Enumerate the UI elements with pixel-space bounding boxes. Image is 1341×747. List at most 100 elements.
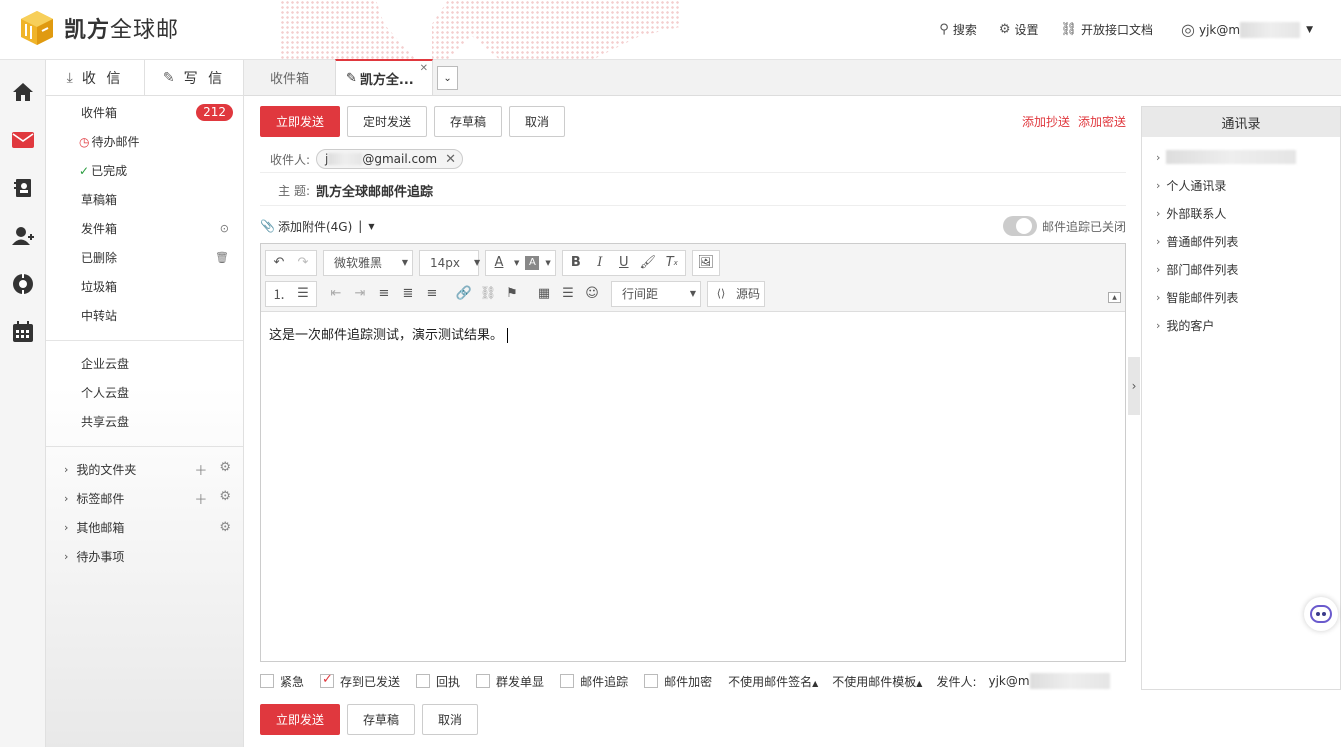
remove-recipient-icon[interactable]: ✕ [445, 152, 456, 167]
source-code-button[interactable]: ⟨⟩ 源码 [707, 280, 766, 307]
font-family-select[interactable]: 微软雅黑 ▼ [323, 249, 413, 276]
encrypt-checkbox[interactable]: 邮件加密 [644, 673, 712, 690]
editor-body[interactable]: 这是一次邮件追踪测试，演示测试结果。 [261, 312, 1125, 355]
calendar-icon[interactable] [0, 308, 46, 356]
contacts-book-icon[interactable] [0, 164, 46, 212]
cancel-button[interactable]: 取消 [509, 106, 566, 137]
save-draft-button[interactable]: 存草稿 [434, 106, 503, 137]
add-user-icon[interactable] [0, 212, 46, 260]
bullet-list-icon[interactable]: ☰ [294, 285, 312, 303]
compose-button[interactable]: ✎ 写 信 [145, 60, 243, 95]
add-bcc-link[interactable]: 添加密送 [1078, 113, 1126, 130]
contacts-item-personal[interactable]: › 个人通讯录 [1142, 171, 1340, 199]
target-icon[interactable]: ⊙ [220, 222, 229, 235]
recipient-chip[interactable]: j @gmail.com ✕ [316, 149, 464, 169]
clear-format-icon[interactable]: Tx [663, 254, 681, 272]
add-cc-link[interactable]: 添加抄送 [1022, 113, 1070, 130]
folder-outbox[interactable]: 发件箱 ⊙ [46, 214, 243, 243]
checkbox-checked[interactable] [320, 672, 335, 688]
group-my-folders[interactable]: › 我的文件夹＋ ⚙ [46, 455, 243, 484]
align-left-icon[interactable]: ≡ [375, 285, 393, 303]
align-center-icon[interactable]: ≣ [399, 285, 417, 303]
checkbox[interactable] [560, 674, 575, 688]
save-sent-checkbox[interactable]: 存到已发送 [320, 672, 400, 690]
single-display-checkbox[interactable]: 群发单显 [476, 673, 544, 690]
checkbox[interactable] [476, 674, 491, 688]
api-docs-link[interactable]: ⛓ 开放接口文档 [1061, 21, 1154, 38]
chevron-down-icon[interactable]: ▼ [545, 259, 550, 267]
highlight-color-icon[interactable]: A [525, 255, 540, 270]
folder-transfer[interactable]: 中转站 [46, 301, 243, 330]
sender-field[interactable]: 发件人: yjk@m [936, 673, 1110, 690]
gear-icon[interactable]: ⚙ [219, 489, 231, 508]
contacts-item-external[interactable]: › 外部联系人 [1142, 199, 1340, 227]
line-height-select[interactable]: 行间距 ▼ [611, 280, 701, 307]
tab-compose[interactable]: ✎ 凯方全... ✕ [335, 59, 434, 95]
mail-icon[interactable] [0, 116, 46, 164]
chevron-down-icon[interactable]: ▼ [514, 259, 519, 267]
font-size-select[interactable]: 14px ▼ [419, 249, 480, 276]
plus-icon[interactable]: ＋ [194, 489, 207, 508]
send-now-button[interactable]: 立即发送 [260, 106, 341, 137]
settings-link[interactable]: ⚙ 设置 [999, 21, 1039, 38]
gear-icon[interactable]: ⚙ [219, 460, 231, 479]
contacts-item-normal-list[interactable]: › 普通邮件列表 [1142, 227, 1340, 255]
table-icon[interactable]: ▦ [535, 285, 553, 303]
panel-splitter[interactable]: › [1128, 357, 1140, 415]
folder-deleted[interactable]: 已删除 🗑 [46, 243, 243, 272]
checkbox[interactable] [416, 674, 431, 688]
save-draft-button[interactable]: 存草稿 [347, 704, 416, 735]
undo-icon[interactable]: ↶ [270, 254, 288, 272]
group-tag-mail[interactable]: › 标签邮件＋ ⚙ [46, 484, 243, 513]
checkbox[interactable] [260, 674, 274, 688]
italic-icon[interactable]: I [591, 254, 609, 272]
group-todo-items[interactable]: › 待办事项 [46, 542, 243, 571]
assistant-bot-icon[interactable] [1304, 597, 1338, 631]
bold-icon[interactable]: B [567, 254, 585, 272]
collapse-toolbar-icon[interactable]: ▲ [1108, 292, 1121, 303]
user-menu[interactable]: ◎ yjk@m ▼ [1181, 20, 1313, 39]
horizontal-rule-icon[interactable]: ☰ [559, 285, 577, 303]
trash-icon[interactable]: 🗑 [215, 251, 229, 264]
contacts-item-customers[interactable]: › 我的客户 [1142, 311, 1340, 339]
add-attachment-button[interactable]: 📎 添加附件(4G) | ▼ [260, 218, 374, 235]
link-icon[interactable]: 🔗 [455, 285, 473, 303]
image-icon[interactable]: 🖼 [697, 254, 715, 272]
folder-todo[interactable]: ◷ 待办邮件 [46, 127, 243, 156]
anchor-flag-icon[interactable]: ⚑ [503, 285, 521, 303]
align-right-icon[interactable]: ≡ [423, 285, 441, 303]
chevron-down-icon[interactable]: ▼ [368, 222, 374, 231]
signature-dropdown[interactable]: 不使用邮件签名▲ [728, 673, 818, 690]
cloud-personal[interactable]: 个人云盘 [46, 378, 243, 407]
underline-icon[interactable]: U [615, 254, 633, 272]
group-other-mailboxes[interactable]: › 其他邮箱 ⚙ [46, 513, 243, 542]
redo-icon[interactable]: ↷ [294, 254, 312, 272]
urgent-checkbox[interactable]: 紧急 [260, 673, 304, 690]
close-icon[interactable]: ✕ [420, 63, 428, 74]
cancel-button[interactable]: 取消 [422, 704, 479, 735]
cloud-enterprise[interactable]: 企业云盘 [46, 349, 243, 378]
folder-drafts[interactable]: 草稿箱 [46, 185, 243, 214]
checkbox[interactable] [644, 674, 659, 688]
send-now-button[interactable]: 立即发送 [260, 704, 341, 735]
schedule-send-button[interactable]: 定时发送 [347, 106, 428, 137]
plus-icon[interactable]: ＋ [194, 460, 207, 479]
compass-icon[interactable] [0, 260, 46, 308]
ordered-list-icon[interactable]: ⒈ [270, 285, 288, 303]
contacts-item-smart-list[interactable]: › 智能邮件列表 [1142, 283, 1340, 311]
home-icon[interactable] [0, 68, 46, 116]
cloud-shared[interactable]: 共享云盘 [46, 407, 243, 436]
mail-track-checkbox[interactable]: 邮件追踪 [560, 673, 628, 690]
subject-input[interactable]: 凯方全球邮邮件追踪 [316, 181, 433, 200]
format-painter-icon[interactable]: 🖌 [639, 254, 657, 272]
tracking-toggle[interactable]: 邮件追踪已关闭 [1002, 216, 1126, 236]
unlink-icon[interactable]: ⛓ [479, 285, 497, 303]
template-dropdown[interactable]: 不使用邮件模板▲ [832, 673, 922, 690]
tab-dropdown-button[interactable]: ⌄ [437, 66, 459, 90]
contacts-item-dept-list[interactable]: › 部门邮件列表 [1142, 255, 1340, 283]
receipt-checkbox[interactable]: 回执 [416, 673, 460, 690]
folder-done[interactable]: ✓ 已完成 [46, 156, 243, 185]
contacts-item-redacted[interactable]: › [1142, 143, 1340, 171]
tab-inbox[interactable]: 收件箱 [244, 60, 335, 95]
emoji-icon[interactable]: ☺ [583, 285, 601, 303]
